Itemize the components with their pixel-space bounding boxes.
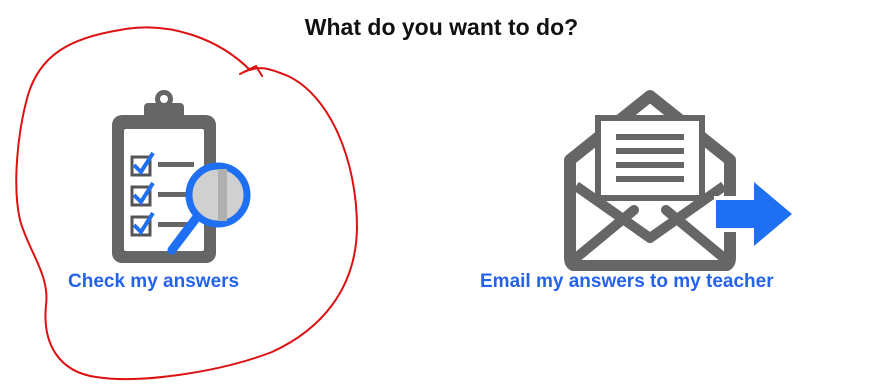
check-answers-link[interactable]: Check my answers [68,271,239,293]
email-answers-link[interactable]: Email my answers to my teacher [480,271,774,293]
page-title: What do you want to do? [304,14,579,40]
clipboard-checklist-magnifier-icon[interactable] [100,87,260,272]
email-answers-option[interactable]: Email my answers to my teacher [460,80,883,320]
envelope-letter-arrow-icon[interactable] [558,86,798,271]
check-answers-option[interactable]: Check my answers [40,80,340,320]
